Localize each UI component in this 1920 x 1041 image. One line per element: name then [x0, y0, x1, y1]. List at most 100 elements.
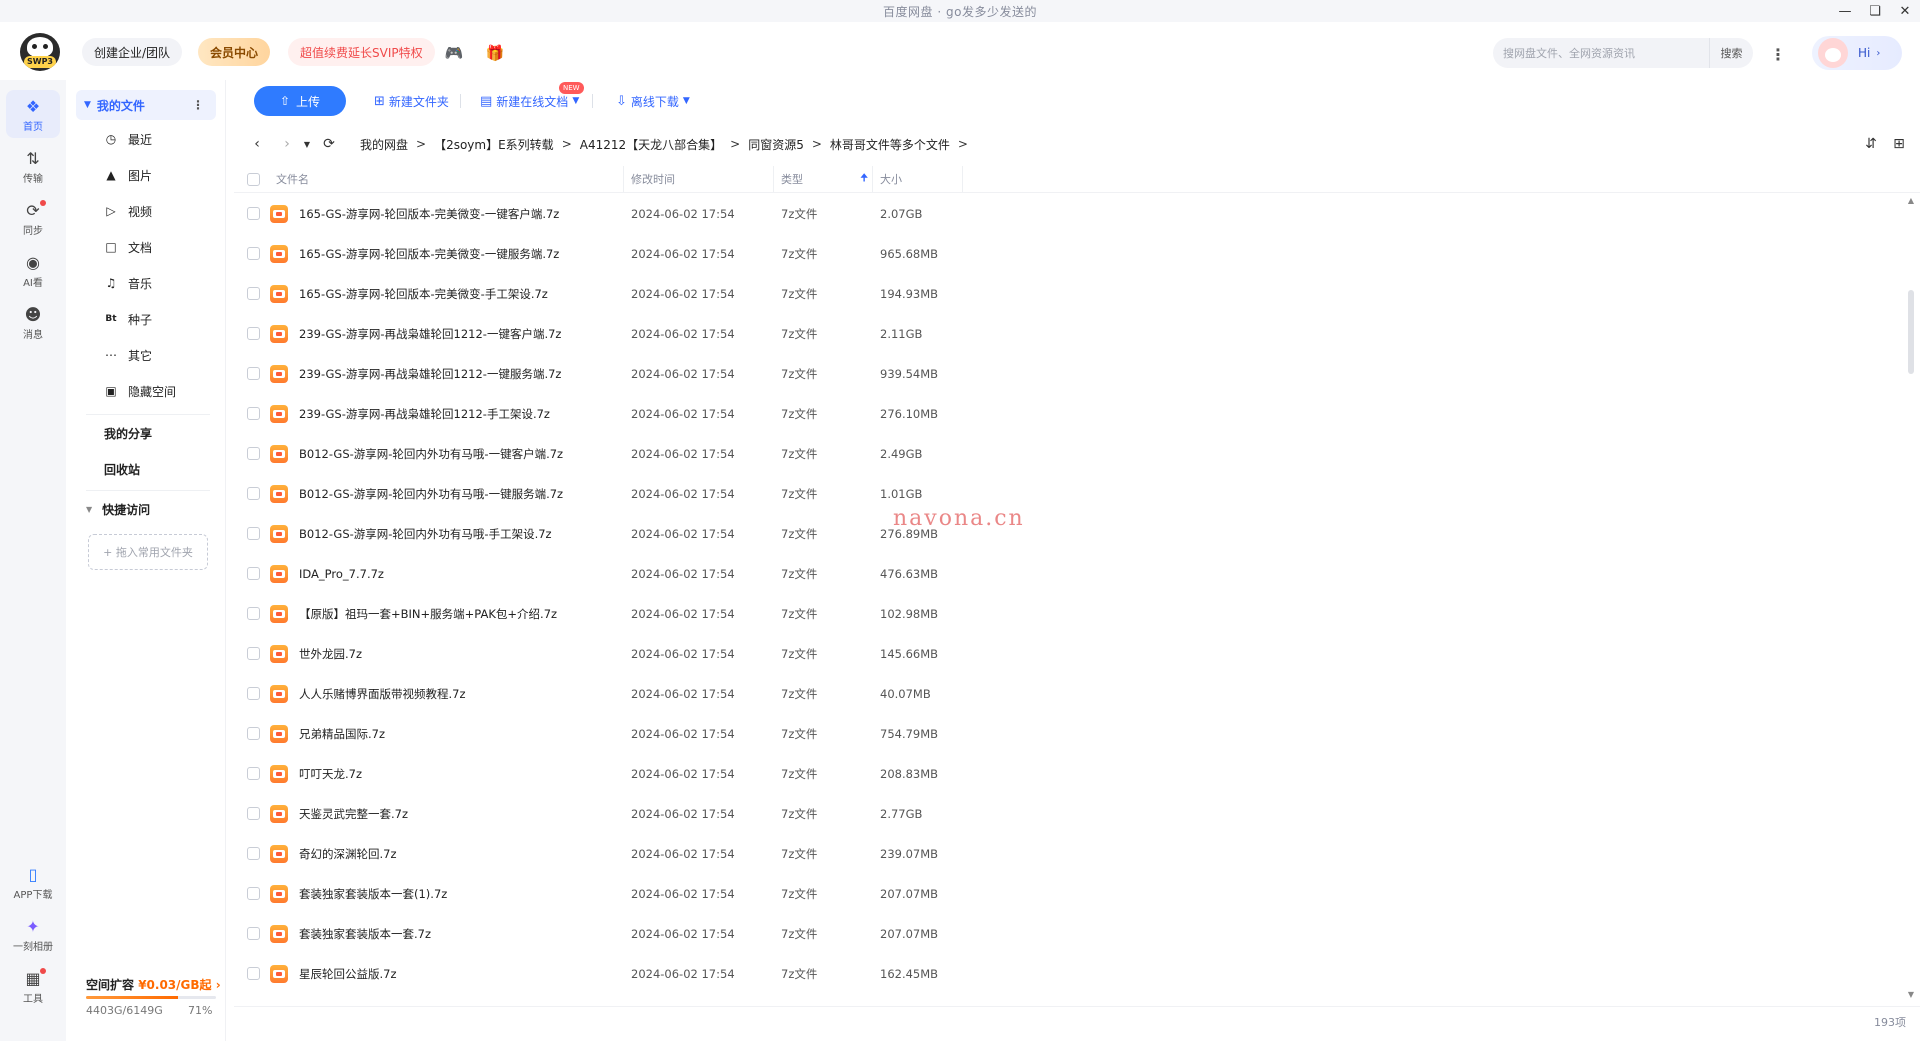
row-checkbox[interactable]: [247, 487, 260, 500]
file-name[interactable]: B012-GS-游享网-轮回内外功有马哦-一键服务端.7z: [299, 474, 563, 514]
file-name[interactable]: 叮叮天龙.7z: [299, 754, 362, 794]
refresh-icon[interactable]: ⟳: [320, 134, 338, 154]
scroll-down-icon[interactable]: ▼: [1906, 990, 1916, 1000]
row-checkbox[interactable]: [247, 247, 260, 260]
row-checkbox[interactable]: [247, 407, 260, 420]
minimize-icon[interactable]: —: [1830, 0, 1860, 22]
header-name[interactable]: 文件名: [276, 166, 309, 192]
search-input[interactable]: [1503, 46, 1703, 60]
table-row[interactable]: 天鉴灵武完整一套.7z 2024-06-02 17:54 7z文件 2.77GB: [234, 794, 1904, 834]
table-row[interactable]: 165-GS-游享网-轮回版本-完美微变-一键客户端.7z 2024-06-02 …: [234, 194, 1904, 234]
close-icon[interactable]: ✕: [1890, 0, 1920, 22]
sort-icon[interactable]: ⇵: [1860, 134, 1882, 154]
file-name[interactable]: 人人乐赌博界面版带视频教程.7z: [299, 674, 466, 714]
rail-item-message[interactable]: ☻ 消息: [6, 298, 60, 346]
table-row[interactable]: 239-GS-游享网-再战枭雄轮回1212-手工架设.7z 2024-06-02 …: [234, 394, 1904, 434]
select-all-checkbox[interactable]: [247, 166, 260, 192]
row-checkbox[interactable]: [247, 887, 260, 900]
table-row[interactable]: 239-GS-游享网-再战枭雄轮回1212-一键服务端.7z 2024-06-02…: [234, 354, 1904, 394]
file-name[interactable]: 世外龙园.7z: [299, 634, 362, 674]
grid-view-icon[interactable]: ⊞: [1888, 134, 1910, 154]
nav-quick-access[interactable]: ▼ 快捷访问: [86, 494, 150, 524]
table-row[interactable]: 239-GS-游享网-再战枭雄轮回1212-一键客户端.7z 2024-06-02…: [234, 314, 1904, 354]
row-checkbox[interactable]: [247, 327, 260, 340]
row-checkbox[interactable]: [247, 847, 260, 860]
row-checkbox[interactable]: [247, 367, 260, 380]
rail-item-tools[interactable]: ▦ 工具: [6, 962, 60, 1010]
rail-item-transfer[interactable]: ⇅ 传输: [6, 142, 60, 190]
file-name[interactable]: B012-GS-游享网-轮回内外功有马哦-手工架设.7z: [299, 514, 552, 554]
breadcrumb-item[interactable]: 同窗资源5: [748, 136, 804, 153]
table-row[interactable]: 套装独家套装版本一套(1).7z 2024-06-02 17:54 7z文件 207.…: [234, 874, 1904, 914]
sort-asc-icon[interactable]: 🠉: [860, 166, 868, 192]
header-type[interactable]: 类型: [781, 166, 803, 192]
nav-item-recent[interactable]: ◷ 最近: [102, 124, 152, 154]
upload-button[interactable]: ⇧ 上传: [254, 86, 346, 116]
file-name[interactable]: 165-GS-游享网-轮回版本-完美微变-手工架设.7z: [299, 274, 548, 314]
row-checkbox[interactable]: [247, 807, 260, 820]
nav-item-videos[interactable]: ▷ 视频: [102, 196, 152, 226]
row-checkbox[interactable]: [247, 527, 260, 540]
row-checkbox[interactable]: [247, 647, 260, 660]
row-checkbox[interactable]: [247, 447, 260, 460]
file-name[interactable]: 星辰轮回公益版.7z: [299, 954, 397, 994]
new-folder-button[interactable]: ⊞ 新建文件夹: [374, 86, 449, 116]
table-row[interactable]: 【原版】祖玛一套+BIN+服务端+PAK包+介绍.7z 2024-06-02 17…: [234, 594, 1904, 634]
user-menu[interactable]: Hi ›: [1812, 36, 1902, 70]
file-name[interactable]: 239-GS-游享网-再战枭雄轮回1212-一键客户端.7z: [299, 314, 561, 354]
nav-item-hidden-space[interactable]: ▣ 隐藏空间: [102, 376, 176, 406]
file-name[interactable]: 套装独家套装版本一套(1).7z: [299, 874, 447, 914]
file-name[interactable]: 165-GS-游享网-轮回版本-完美微变-一键客户端.7z: [299, 194, 559, 234]
table-row[interactable]: 世外龙园.7z 2024-06-02 17:54 7z文件 145.66MB: [234, 634, 1904, 674]
row-checkbox[interactable]: [247, 927, 260, 940]
breadcrumb-item[interactable]: A41212【天龙八部合集】: [580, 136, 722, 153]
row-checkbox[interactable]: [247, 727, 260, 740]
rail-item-app-download[interactable]: ▯ APP下载: [6, 858, 60, 906]
scrollbar-thumb[interactable]: [1908, 290, 1914, 374]
header-time[interactable]: 修改时间: [631, 166, 675, 192]
header-size[interactable]: 大小: [880, 166, 902, 192]
nav-item-music[interactable]: ♫ 音乐: [102, 268, 152, 298]
row-checkbox[interactable]: [247, 687, 260, 700]
table-row[interactable]: 165-GS-游享网-轮回版本-完美微变-手工架设.7z 2024-06-02 1…: [234, 274, 1904, 314]
storage-upgrade-link[interactable]: 空间扩容 ¥0.03/GB起 ›: [86, 976, 221, 993]
quick-access-drop-zone[interactable]: + 拖入常用文件夹: [88, 534, 208, 570]
table-row[interactable]: 套装独家套装版本一套.7z 2024-06-02 17:54 7z文件 207.07M…: [234, 914, 1904, 954]
nav-item-docs[interactable]: □ 文档: [102, 232, 152, 262]
table-row[interactable]: 奇幻的深渊轮回.7z 2024-06-02 17:54 7z文件 239.07MB: [234, 834, 1904, 874]
caret-down-icon[interactable]: ▼: [84, 100, 91, 110]
nav-my-share[interactable]: 我的分享: [104, 418, 152, 448]
table-row[interactable]: 星辰轮回公益版.7z 2024-06-02 17:54 7z文件 162.45MB: [234, 954, 1904, 994]
table-row[interactable]: B012-GS-游享网-轮回内外功有马哦-一键客户端.7z 2024-06-02 …: [234, 434, 1904, 474]
file-name[interactable]: 套装独家套装版本一套.7z: [299, 914, 431, 954]
row-checkbox[interactable]: [247, 607, 260, 620]
app-logo[interactable]: SWP3: [20, 33, 60, 71]
caret-down-icon[interactable]: ▼: [86, 505, 92, 514]
file-name[interactable]: 兄弟精品国际.7z: [299, 714, 385, 754]
nav-item-other[interactable]: ⋯ 其它: [102, 340, 152, 370]
file-name[interactable]: 天鉴灵武完整一套.7z: [299, 794, 408, 834]
offline-download-button[interactable]: ⇩ 离线下载 ▼: [616, 86, 690, 116]
history-dropdown-icon[interactable]: ▼: [298, 134, 316, 154]
file-name[interactable]: IDA_Pro_7.7.7z: [299, 554, 384, 594]
more-icon[interactable]: ⋮: [1766, 42, 1790, 66]
row-checkbox[interactable]: [247, 967, 260, 980]
search-button[interactable]: 搜索: [1709, 38, 1753, 68]
checkbox[interactable]: [247, 172, 260, 186]
row-checkbox[interactable]: [247, 287, 260, 300]
table-row[interactable]: 165-GS-游享网-轮回版本-完美微变-一键服务端.7z 2024-06-02 …: [234, 234, 1904, 274]
forward-icon[interactable]: ›: [278, 134, 296, 154]
file-name[interactable]: B012-GS-游享网-轮回内外功有马哦-一键客户端.7z: [299, 434, 563, 474]
nav-recycle-bin[interactable]: 回收站: [104, 454, 140, 484]
rail-item-ai[interactable]: ◉ AI看: [6, 246, 60, 294]
back-icon[interactable]: ‹: [248, 134, 266, 154]
table-row[interactable]: B012-GS-游享网-轮回内外功有马哦-一键服务端.7z 2024-06-02 …: [234, 474, 1904, 514]
table-row[interactable]: 叮叮天龙.7z 2024-06-02 17:54 7z文件 208.83MB: [234, 754, 1904, 794]
breadcrumb-item[interactable]: 【2soym】E系列转载: [434, 136, 554, 153]
file-name[interactable]: 【原版】祖玛一套+BIN+服务端+PAK包+介绍.7z: [299, 594, 557, 634]
nav-item-torrent[interactable]: Bt 种子: [102, 304, 152, 334]
nav-item-images[interactable]: ▲ 图片: [102, 160, 152, 190]
file-name[interactable]: 奇幻的深渊轮回.7z: [299, 834, 397, 874]
rail-item-home[interactable]: ❖ 首页: [6, 90, 60, 138]
more-icon[interactable]: ⋮: [192, 98, 204, 112]
